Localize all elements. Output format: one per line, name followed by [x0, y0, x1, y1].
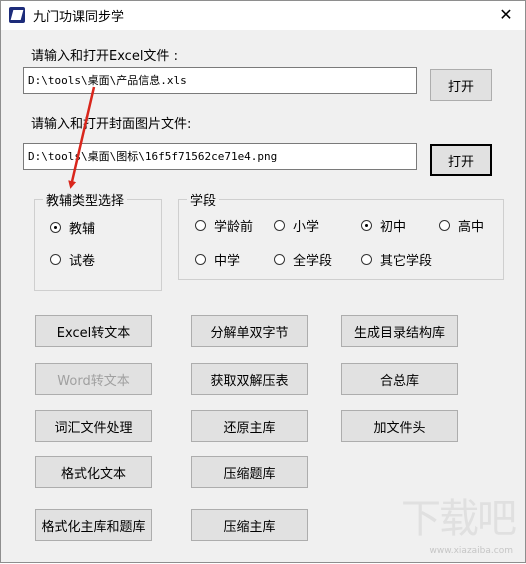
- window-title: 九门功课同步学: [33, 10, 125, 25]
- radio-stage-primary[interactable]: 小学: [274, 216, 319, 235]
- radio-type-shijuan[interactable]: 试卷: [50, 250, 95, 269]
- split-word-button[interactable]: 分解单双字节: [191, 315, 308, 347]
- radio-stage-senior[interactable]: 高中: [439, 216, 484, 235]
- radio-label: 学龄前: [214, 220, 254, 235]
- radio-checked-icon: [50, 222, 61, 233]
- radio-label: 全学段: [293, 254, 333, 269]
- vocab-process-button[interactable]: 词汇文件处理: [35, 410, 152, 442]
- gen-catalog-button[interactable]: 生成目录结构库: [341, 315, 458, 347]
- app-window: 九门功课同步学 ✕ 请输入和打开Excel文件 : D:\tools\桌面\产品…: [0, 0, 526, 563]
- radio-label: 教辅: [69, 222, 96, 237]
- radio-stage-middle[interactable]: 中学: [195, 250, 240, 269]
- stage-group-title: 学段: [187, 190, 220, 209]
- compress-questions-button[interactable]: 压缩题库: [191, 456, 308, 488]
- app-logo-icon: [9, 7, 25, 23]
- open-cover-button[interactable]: 打开: [430, 144, 492, 176]
- radio-unchecked-icon: [439, 220, 450, 231]
- get-double-table-button[interactable]: 获取双解压表: [191, 363, 308, 395]
- radio-label: 其它学段: [380, 254, 433, 269]
- radio-label: 试卷: [69, 254, 96, 269]
- excel-file-label: 请输入和打开Excel文件 :: [31, 49, 178, 64]
- open-excel-button[interactable]: 打开: [430, 69, 492, 101]
- radio-stage-other[interactable]: 其它学段: [361, 250, 432, 269]
- restore-main-button[interactable]: 还原主库: [191, 410, 308, 442]
- add-header-button[interactable]: 加文件头: [341, 410, 458, 442]
- cover-file-label: 请输入和打开封面图片文件:: [31, 117, 192, 132]
- type-group: 教辅类型选择: [34, 190, 162, 291]
- excel-to-text-button[interactable]: Excel转文本: [35, 315, 152, 347]
- radio-label: 初中: [380, 220, 407, 235]
- watermark-logo: 下载吧: [401, 496, 517, 542]
- radio-label: 高中: [458, 220, 485, 235]
- compress-main-button[interactable]: 压缩主库: [191, 509, 308, 541]
- radio-label: 小学: [293, 220, 320, 235]
- radio-stage-preschool[interactable]: 学龄前: [195, 216, 253, 235]
- close-icon[interactable]: ✕: [495, 4, 517, 26]
- radio-stage-junior[interactable]: 初中: [361, 216, 406, 235]
- watermark-url: www.xiazaiba.com: [429, 546, 513, 556]
- radio-unchecked-icon: [274, 220, 285, 231]
- title-bar: 九门功课同步学 ✕: [1, 1, 525, 30]
- radio-stage-all[interactable]: 全学段: [274, 250, 332, 269]
- type-group-title: 教辅类型选择: [43, 190, 128, 209]
- radio-checked-icon: [361, 220, 372, 231]
- word-to-text-button[interactable]: Word转文本: [35, 363, 152, 395]
- radio-unchecked-icon: [274, 254, 285, 265]
- merge-lib-button[interactable]: 合总库: [341, 363, 458, 395]
- excel-path-input[interactable]: D:\tools\桌面\产品信息.xls: [23, 67, 417, 94]
- radio-unchecked-icon: [361, 254, 372, 265]
- format-main-questions-button[interactable]: 格式化主库和题库: [35, 509, 152, 541]
- radio-unchecked-icon: [195, 220, 206, 231]
- cover-path-input[interactable]: D:\tools\桌面\图标\16f5f71562ce71e4.png: [23, 143, 417, 170]
- radio-label: 中学: [214, 254, 241, 269]
- format-text-button[interactable]: 格式化文本: [35, 456, 152, 488]
- radio-unchecked-icon: [50, 254, 61, 265]
- radio-unchecked-icon: [195, 254, 206, 265]
- radio-type-jiaofu[interactable]: 教辅: [50, 218, 95, 237]
